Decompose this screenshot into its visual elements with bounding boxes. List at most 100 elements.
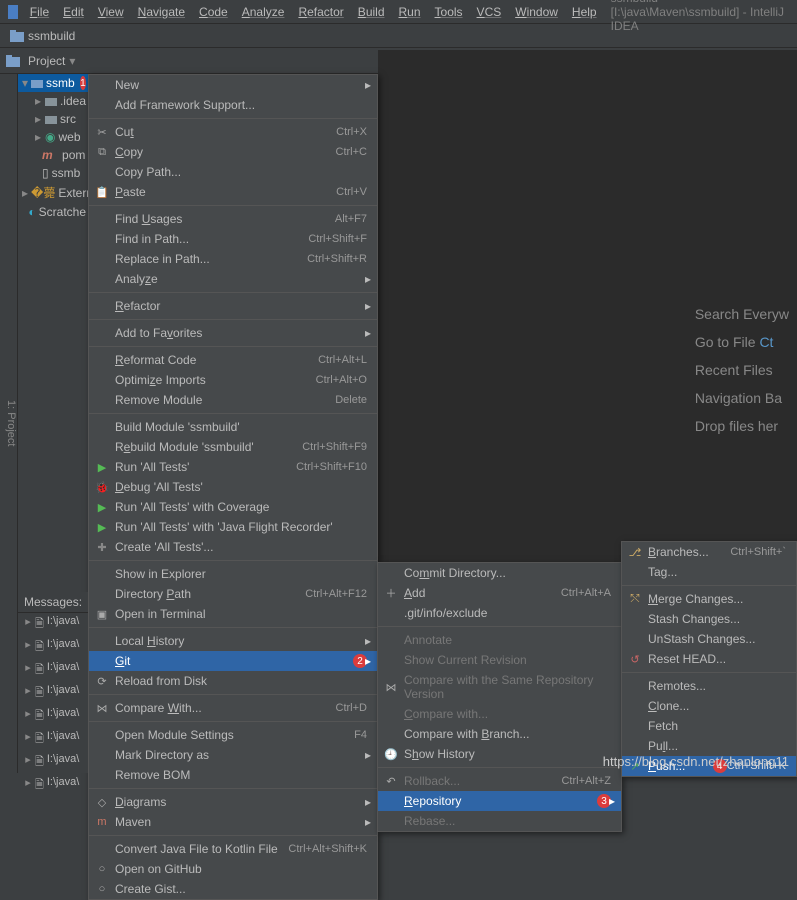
menu-item-reformat-code[interactable]: Reformat CodeCtrl+Alt+L	[89, 350, 377, 370]
tree-item[interactable]: ▯ssmb	[18, 164, 90, 182]
project-tree[interactable]: ▾ ssmb 1 ▸.idea ▸src ▸◉web m pom ▯ssmb ▸…	[18, 74, 90, 221]
menu-item-copy[interactable]: ⧉CopyCtrl+C	[89, 142, 377, 162]
menu-item-clone[interactable]: Clone...	[622, 696, 796, 716]
menu-item-reload-from-disk[interactable]: ⟳Reload from Disk	[89, 671, 377, 691]
chevron-right-icon[interactable]: ▸	[24, 661, 32, 680]
chevron-right-icon[interactable]: ▸	[24, 730, 32, 749]
menu-view[interactable]: View	[92, 3, 130, 21]
menu-item-convert-java-file-to-kotlin-file[interactable]: Convert Java File to Kotlin FileCtrl+Alt…	[89, 839, 377, 859]
chevron-right-icon[interactable]: ▸	[24, 753, 32, 772]
project-label[interactable]: Project	[28, 54, 65, 68]
menu-item-refactor[interactable]: Refactor▸	[89, 296, 377, 316]
menu-item-run-all-tests-with-coverage[interactable]: ▶Run 'All Tests' with Coverage	[89, 497, 377, 517]
message-row[interactable]: ▸🗎I:\java\	[18, 728, 88, 751]
menu-item-diagrams[interactable]: ◇Diagrams▸	[89, 792, 377, 812]
menu-vcs[interactable]: VCS	[471, 3, 508, 21]
chevron-right-icon[interactable]: ▸	[24, 684, 32, 703]
menu-item-analyze[interactable]: Analyze▸	[89, 269, 377, 289]
menu-item-pull[interactable]: Pull...	[622, 736, 796, 756]
menu-item-local-history[interactable]: Local History▸	[89, 631, 377, 651]
tree-external[interactable]: ▸�薨External	[18, 182, 90, 203]
message-folder-icon: 🗎	[35, 730, 44, 749]
repository-submenu[interactable]: ⎇Branches...Ctrl+Shift+`Tag... ⤲Merge Cha…	[621, 541, 797, 777]
menu-tools[interactable]: Tools	[429, 3, 469, 21]
menu-item-run-all-tests[interactable]: ▶Run 'All Tests'Ctrl+Shift+F10	[89, 457, 377, 477]
menu-item-merge-changes[interactable]: ⤲Merge Changes...	[622, 589, 796, 609]
menu-item-compare-with-branch[interactable]: Compare with Branch...	[378, 724, 621, 744]
menu-item-show-in-explorer[interactable]: Show in Explorer	[89, 564, 377, 584]
menu-window[interactable]: Window	[509, 3, 564, 21]
menu-item-unstash-changes[interactable]: UnStash Changes...	[622, 629, 796, 649]
git-submenu[interactable]: Commit Directory...＋AddCtrl+Alt+A.git/in…	[377, 562, 622, 832]
message-row[interactable]: ▸🗎I:\java\	[18, 636, 88, 659]
menu-item-paste[interactable]: 📋PasteCtrl+V	[89, 182, 377, 202]
menu-code[interactable]: Code	[193, 3, 234, 21]
menu-item-copy-path[interactable]: Copy Path...	[89, 162, 377, 182]
message-row[interactable]: ▸🗎I:\java\	[18, 659, 88, 682]
menu-item-open-on-github[interactable]: ○Open on GitHub	[89, 859, 377, 879]
menu-item-mark-directory-as[interactable]: Mark Directory as▸	[89, 745, 377, 765]
menu-item-git[interactable]: Git2▸	[89, 651, 377, 671]
menu-item-stash-changes[interactable]: Stash Changes...	[622, 609, 796, 629]
menu-item-fetch[interactable]: Fetch	[622, 716, 796, 736]
menu-item-add-to-favorites[interactable]: Add to Favorites▸	[89, 323, 377, 343]
menu-item-debug-all-tests[interactable]: 🐞Debug 'All Tests'	[89, 477, 377, 497]
menu-build[interactable]: Build	[352, 3, 391, 21]
chevron-right-icon[interactable]: ▸	[24, 638, 32, 657]
menu-item-rebuild-module-ssmbuild[interactable]: Rebuild Module 'ssmbuild'Ctrl+Shift+F9	[89, 437, 377, 457]
context-menu[interactable]: New▸Add Framework Support... ✂CutCtrl+X⧉C…	[88, 74, 378, 900]
menu-item-remotes[interactable]: Remotes...	[622, 676, 796, 696]
tree-root[interactable]: ▾ ssmb 1	[18, 74, 90, 92]
menu-item-add[interactable]: ＋AddCtrl+Alt+A	[378, 583, 621, 603]
menu-item-branches[interactable]: ⎇Branches...Ctrl+Shift+`	[622, 542, 796, 562]
menu-item-optimize-imports[interactable]: Optimize ImportsCtrl+Alt+O	[89, 370, 377, 390]
menu-item-remove-module[interactable]: Remove ModuleDelete	[89, 390, 377, 410]
menu-item-find-usages[interactable]: Find UsagesAlt+F7	[89, 209, 377, 229]
menu-item-tag[interactable]: Tag...	[622, 562, 796, 582]
chevron-right-icon[interactable]: ▸	[24, 707, 32, 726]
menu-item-repository[interactable]: Repository3▸	[378, 791, 621, 811]
menu-item-show-history[interactable]: 🕘Show History	[378, 744, 621, 764]
menu-item-git-info-exclude[interactable]: .git/info/exclude	[378, 603, 621, 623]
menu-file[interactable]: File	[24, 3, 55, 21]
menu-item-find-in-path[interactable]: Find in Path...Ctrl+Shift+F	[89, 229, 377, 249]
menu-item-maven[interactable]: mMaven▸	[89, 812, 377, 832]
menu-item-add-framework-support[interactable]: Add Framework Support...	[89, 95, 377, 115]
menu-item-create-gist[interactable]: ○Create Gist...	[89, 879, 377, 899]
menu-item-cut[interactable]: ✂CutCtrl+X	[89, 122, 377, 142]
menu-navigate[interactable]: Navigate	[132, 3, 191, 21]
chevron-down-icon[interactable]: ▾	[22, 76, 28, 90]
menu-item-directory-path[interactable]: Directory PathCtrl+Alt+F12	[89, 584, 377, 604]
chevron-right-icon[interactable]: ▸	[24, 615, 32, 634]
chevron-right-icon[interactable]: ▸	[24, 776, 32, 795]
menu-item-new[interactable]: New▸	[89, 75, 377, 95]
menu-item-build-module-ssmbuild[interactable]: Build Module 'ssmbuild'	[89, 417, 377, 437]
menu-item-open-module-settings[interactable]: Open Module SettingsF4	[89, 725, 377, 745]
sidebar-tab-project[interactable]: 1: Project	[5, 400, 17, 446]
menu-item-run-all-tests-with-java-flight-recorder[interactable]: ▶Run 'All Tests' with 'Java Flight Recor…	[89, 517, 377, 537]
menu-item-compare-with[interactable]: ⋈Compare With...Ctrl+D	[89, 698, 377, 718]
breadcrumb-root[interactable]: ssmbuild	[28, 29, 75, 43]
menu-item-commit-directory[interactable]: Commit Directory...	[378, 563, 621, 583]
menu-item-reset-head[interactable]: ↺Reset HEAD...	[622, 649, 796, 669]
menu-item-open-in-terminal[interactable]: ▣Open in Terminal	[89, 604, 377, 624]
tree-item[interactable]: ▸src	[18, 110, 90, 128]
menu-analyze[interactable]: Analyze	[236, 3, 291, 21]
menu-help[interactable]: Help	[566, 3, 603, 21]
message-row[interactable]: ▸🗎I:\java\	[18, 774, 88, 797]
chevron-down-icon[interactable]: ▾	[69, 54, 75, 68]
menu-item-create-all-tests[interactable]: ✚Create 'All Tests'...	[89, 537, 377, 557]
tree-scratch[interactable]: ◐Scratche	[18, 203, 90, 221]
menu-item-remove-bom[interactable]: Remove BOM	[89, 765, 377, 785]
menu-edit[interactable]: Edit	[57, 3, 90, 21]
message-row[interactable]: ▸🗎I:\java\	[18, 705, 88, 728]
menu-refactor[interactable]: Refactor	[292, 3, 349, 21]
message-row[interactable]: ▸🗎I:\java\	[18, 613, 88, 636]
message-row[interactable]: ▸🗎I:\java\	[18, 682, 88, 705]
menu-run[interactable]: Run	[393, 3, 427, 21]
menu-item-replace-in-path[interactable]: Replace in Path...Ctrl+Shift+R	[89, 249, 377, 269]
tree-item[interactable]: m pom	[18, 146, 90, 164]
tree-item[interactable]: ▸.idea	[18, 92, 90, 110]
tree-item[interactable]: ▸◉web	[18, 128, 90, 146]
message-row[interactable]: ▸🗎I:\java\	[18, 751, 88, 774]
